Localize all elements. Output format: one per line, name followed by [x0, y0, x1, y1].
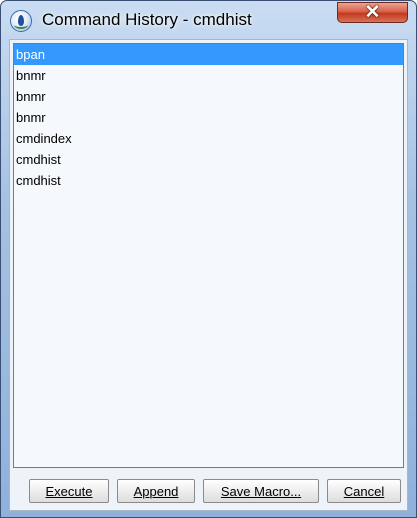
list-item[interactable]: bpan [14, 44, 403, 65]
dialog-content: bpan bnmr bnmr bnmr cmdindex cmdhist cmd… [9, 39, 408, 511]
execute-button[interactable]: Execute [29, 479, 109, 503]
list-item[interactable]: bnmr [14, 86, 403, 107]
list-item[interactable]: bnmr [14, 107, 403, 128]
title-bar[interactable]: Command History - cmdhist ✕ [1, 1, 416, 39]
app-logo-icon [10, 10, 32, 32]
append-button[interactable]: Append [117, 479, 195, 503]
list-item[interactable]: cmdindex [14, 128, 403, 149]
window-title: Command History - cmdhist [42, 10, 252, 29]
close-icon: ✕ [364, 2, 381, 23]
command-history-list[interactable]: bpan bnmr bnmr bnmr cmdindex cmdhist cmd… [13, 43, 404, 468]
list-item[interactable]: cmdhist [14, 170, 403, 191]
close-button[interactable]: ✕ [337, 2, 408, 23]
button-bar: Execute Append Save Macro... Cancel [10, 479, 407, 505]
list-item[interactable]: cmdhist [14, 149, 403, 170]
cancel-button[interactable]: Cancel [327, 479, 401, 503]
save-macro-button[interactable]: Save Macro... [203, 479, 319, 503]
list-item[interactable]: bnmr [14, 65, 403, 86]
command-history-window: Command History - cmdhist ✕ bpan bnmr bn… [0, 0, 417, 518]
